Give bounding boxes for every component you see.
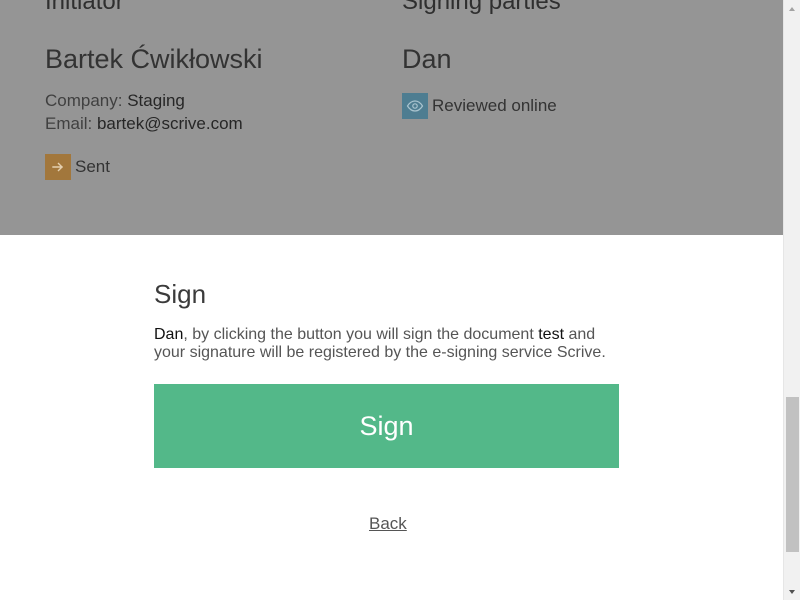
arrow-right-icon xyxy=(45,154,71,180)
vertical-scrollbar[interactable] xyxy=(783,0,800,600)
initiator-heading: Initiator xyxy=(45,0,124,15)
initiator-status: Sent xyxy=(45,154,110,180)
initiator-email: Email: bartek@scrive.com xyxy=(45,113,243,135)
signer-name: Dan xyxy=(154,326,184,343)
email-label: Email: xyxy=(45,114,93,133)
back-link[interactable]: Back xyxy=(369,514,407,534)
sign-confirmation-text: Dan, by clicking the button you will sig… xyxy=(154,326,624,362)
initiator-name: Bartek Ćwikłowski xyxy=(45,44,263,74)
sign-button[interactable]: Sign xyxy=(154,384,619,468)
signing-party-status: Reviewed online xyxy=(402,93,557,119)
email-value: bartek@scrive.com xyxy=(96,114,243,133)
signing-parties-heading: Signing parties xyxy=(402,0,561,15)
signing-party-name: Dan xyxy=(402,44,452,74)
scroll-up-icon[interactable] xyxy=(784,0,800,17)
sign-title: Sign xyxy=(154,279,207,309)
document-overview: Initiator Bartek Ćwikłowski Company: Sta… xyxy=(0,0,783,235)
reviewed-online-label: Reviewed online xyxy=(432,96,557,115)
eye-icon xyxy=(402,93,428,119)
document-name: test xyxy=(538,326,565,343)
scroll-down-icon[interactable] xyxy=(784,583,800,600)
company-value: Staging xyxy=(127,91,185,110)
sign-panel: Sign Dan, by clicking the button you wil… xyxy=(0,235,783,600)
sign-text-before-document: , by clicking the button you will sign t… xyxy=(183,326,539,343)
company-label: Company: xyxy=(45,91,123,110)
scroll-thumb[interactable] xyxy=(786,397,799,552)
sent-status-label: Sent xyxy=(75,157,110,176)
signing-view: Initiator Bartek Ćwikłowski Company: Sta… xyxy=(0,0,783,600)
initiator-company: Company: Staging xyxy=(45,90,185,112)
